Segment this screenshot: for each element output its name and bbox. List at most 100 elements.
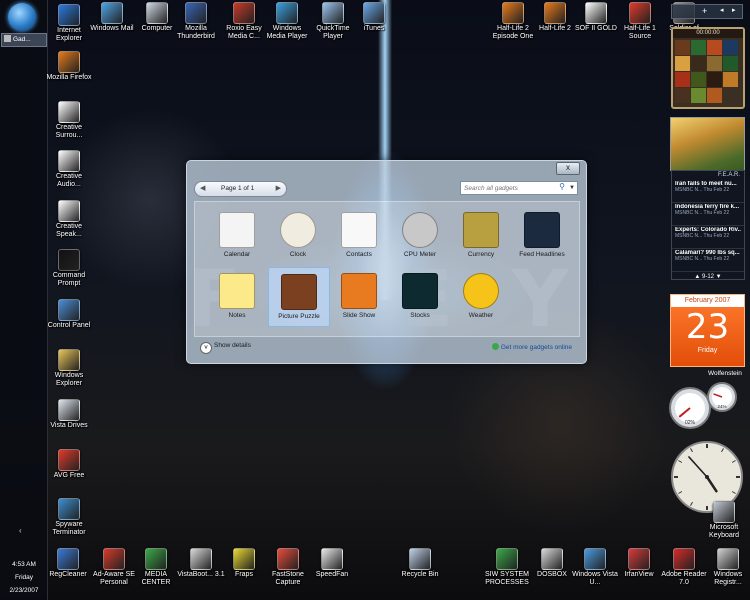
desktop-icon[interactable]: Recycle Bin [396, 548, 444, 579]
desktop-icon[interactable]: Windows Registr... [704, 548, 750, 587]
gadget-tile[interactable]: Weather [451, 267, 511, 325]
puzzle-tile[interactable] [707, 88, 722, 103]
irfanview-icon [628, 548, 650, 570]
desktop-icon[interactable]: MEDIA CENTER [132, 548, 180, 587]
desktop-icon[interactable]: FastStone Capture [264, 548, 312, 587]
feed-item[interactable]: Iran fails to meet nu... MSNBC N... Thu F… [672, 180, 744, 203]
desktop-icon[interactable]: Half-Life 1 Source [616, 2, 664, 41]
next-feed-icon[interactable]: ▼ [716, 274, 722, 280]
desktop-icon[interactable]: iTunes [350, 2, 398, 33]
puzzle-tile[interactable] [723, 56, 738, 71]
desktop-icon-label: Windows Explorer [54, 372, 84, 387]
puzzle-tile[interactable] [675, 40, 690, 55]
desktop-icon[interactable]: Adobe Reader 7.0 [660, 548, 708, 587]
gadget-tile[interactable]: Calendar [207, 206, 267, 264]
taskbar-clock-time[interactable]: 4:53 AM [3, 561, 45, 568]
gadget-tile[interactable]: Contacts [329, 206, 389, 264]
creative-icon [58, 200, 80, 222]
desktop-icon[interactable]: Half-Life 2 Episode One [489, 2, 537, 41]
chevron-down-icon[interactable]: ▼ [569, 182, 575, 194]
half-life-icon [502, 2, 524, 24]
desktop-icon[interactable]: Creative Speak... [45, 200, 93, 239]
puzzle-tile[interactable] [675, 72, 690, 87]
get-more-gadgets-link[interactable]: Get more gadgets online [491, 343, 572, 351]
desktop-icon[interactable]: Windows Mail [88, 2, 136, 33]
desktop-icon-label: Creative Audio... [55, 173, 83, 188]
puzzle-tile[interactable] [675, 88, 690, 103]
desktop-icon[interactable]: RegCleaner [44, 548, 92, 579]
puzzle-tile[interactable] [691, 56, 706, 71]
desktop-icon-label: IrfanView [624, 571, 654, 578]
calendar-month: February 2007 [671, 295, 744, 307]
start-button[interactable] [8, 3, 36, 31]
desktop-icon[interactable]: Spyware Terminator [45, 498, 93, 537]
desktop-icon[interactable]: SpeedFan [308, 548, 356, 579]
puzzle-tile[interactable] [707, 72, 722, 87]
desktop-icon[interactable]: Creative Surrou... [45, 101, 93, 140]
show-details-button[interactable]: ˅ Show details [200, 342, 251, 354]
puzzle-tile[interactable] [707, 40, 722, 55]
desktop-icon[interactable]: Internet Explorer [45, 4, 93, 43]
puzzle-tile[interactable] [691, 88, 706, 103]
feed-item[interactable]: Indonesia ferry fire k... MSNBC N... Thu … [672, 203, 744, 226]
gadget-list: Calendar Clock Contacts CPU Meter Currency Fe… [194, 201, 580, 337]
desktop-icon[interactable]: Creative Audio... [45, 150, 93, 189]
desktop-icon[interactable]: Mozilla Firefox [45, 51, 93, 82]
desktop-icon[interactable]: Control Panel [45, 299, 93, 330]
feed-item[interactable]: Experts: Colorado Riv... MSNBC N... Thu F… [672, 226, 744, 249]
close-button[interactable]: x [556, 162, 580, 175]
search-input[interactable] [464, 182, 552, 194]
search-icon[interactable]: ⚲ [559, 182, 565, 191]
puzzle-tile[interactable] [723, 40, 738, 55]
add-gadget-button[interactable]: + [702, 6, 707, 16]
desktop-icon[interactable]: Windows Media Player [263, 2, 311, 41]
puzzle-tile[interactable] [675, 56, 690, 71]
gadget-tile[interactable]: Feed Headlines [512, 206, 572, 264]
previous-gadget-icon[interactable]: ◂ [720, 6, 724, 14]
desktop-icon[interactable]: Roxio Easy Media C... [220, 2, 268, 41]
feed-pager: ▲ 9-12 ▼ [672, 274, 744, 280]
gadget-tile[interactable]: Stocks [390, 267, 450, 325]
desktop-icon[interactable]: AVG Free [45, 449, 93, 480]
calendar-gadget[interactable]: February 2007 23 Friday [670, 294, 745, 367]
gadget-tile[interactable]: Notes [207, 267, 267, 325]
previous-feed-icon[interactable]: ▲ [694, 274, 700, 280]
desktop-icon[interactable]: Ad-Aware SE Personal [90, 548, 138, 587]
desktop-icon[interactable]: Windows Vista U... [571, 548, 619, 587]
gadget-tile[interactable]: Picture Puzzle [268, 267, 330, 327]
taskbar-item-gadgets[interactable]: Gad... [1, 33, 47, 47]
desktop-icon[interactable]: IrfanView [615, 548, 663, 579]
picture-puzzle-gadget[interactable]: 00:00:00 [671, 27, 745, 109]
puzzle-tile[interactable] [707, 56, 722, 71]
desktop-icon[interactable]: Microsoft Keyboard [700, 501, 748, 540]
desktop-icon[interactable]: Fraps [220, 548, 268, 579]
cpu-meter-gadget[interactable]: 02% 24% [668, 380, 748, 430]
desktop-icon[interactable]: Vista Drives [45, 399, 93, 430]
wolfenstein-label[interactable]: Wolfenstein [708, 370, 742, 377]
dosbox-icon [541, 548, 563, 570]
gadget-tile[interactable]: Clock [268, 206, 328, 264]
faststone-icon [277, 548, 299, 570]
previous-page-icon[interactable]: ◀ [200, 182, 205, 196]
creative-icon [58, 101, 80, 123]
puzzle-tile[interactable] [691, 72, 706, 87]
desktop-icon[interactable]: VistaBoot... 3.1 [177, 548, 225, 579]
desktop-icon[interactable]: Command Prompt [45, 249, 93, 288]
puzzle-tile[interactable] [723, 72, 738, 87]
next-gadget-icon[interactable]: ▸ [732, 6, 736, 14]
puzzle-grid[interactable] [675, 40, 741, 106]
gadget-tile[interactable]: CPU Meter [390, 206, 450, 264]
desktop-icon-label: DOSBOX [537, 571, 567, 578]
desktop-icon[interactable]: Mozilla Thunderbird [172, 2, 220, 41]
expand-arrow-icon[interactable]: ‹ [19, 526, 22, 535]
desktop-icon[interactable]: Windows Explorer [45, 349, 93, 388]
gadget-tile[interactable]: Slide Show [329, 267, 389, 325]
desktop-icon[interactable]: SOF II GOLD [572, 2, 620, 33]
feed-item[interactable]: Calamari? 990 lbs sq... MSNBC N... Thu Fe… [672, 249, 744, 272]
desktop-icon[interactable]: SIW SYSTEM PROCESSES [483, 548, 531, 587]
slide-show-gadget[interactable] [670, 117, 745, 171]
desktop-icon[interactable]: DOSBOX [528, 548, 576, 579]
next-page-icon[interactable]: ▶ [276, 182, 281, 196]
gadget-tile[interactable]: Currency [451, 206, 511, 264]
puzzle-tile[interactable] [691, 40, 706, 55]
